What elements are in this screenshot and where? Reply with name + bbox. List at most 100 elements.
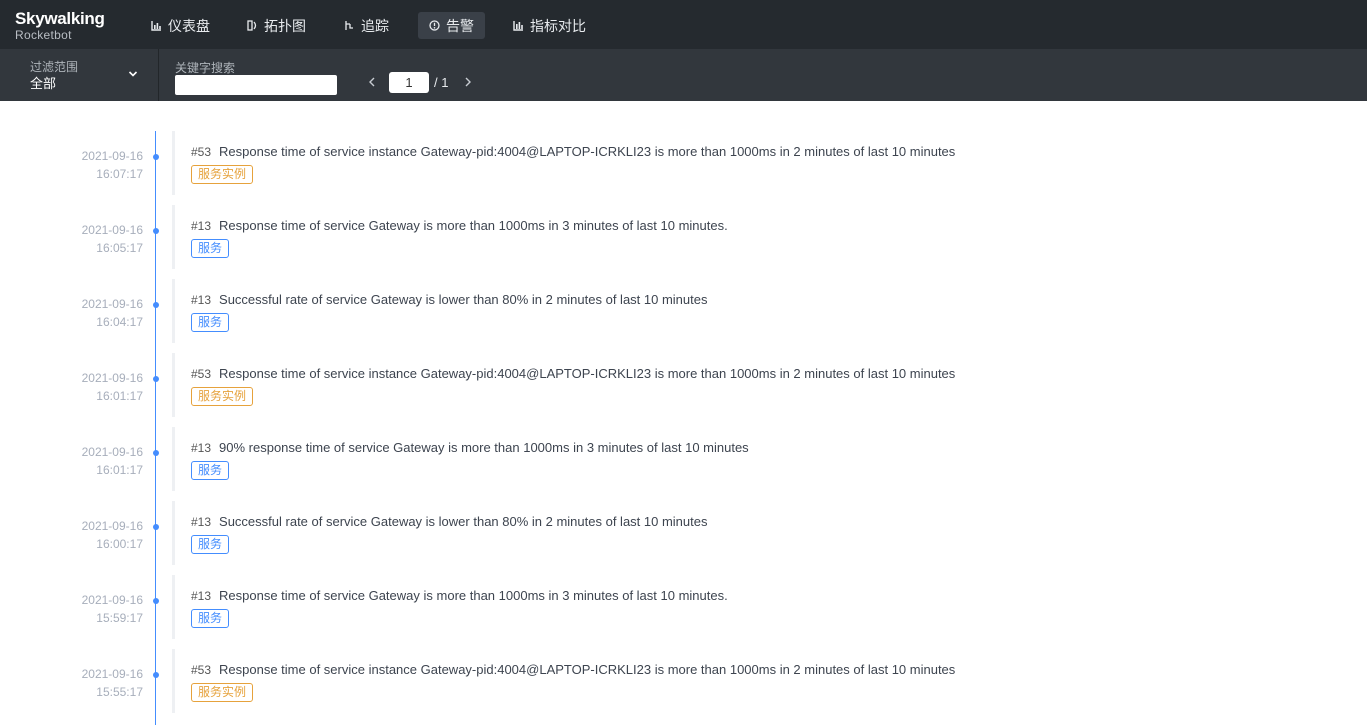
nav-label: 拓扑图 — [264, 17, 306, 34]
alarm-item[interactable]: 2021-09-16 16:07:17 #53 Response time of s… — [0, 131, 1367, 195]
alarm-time: 16:04:17 — [96, 315, 143, 329]
alarm-message-line: #13 Response time of service Gateway is m… — [191, 218, 728, 233]
nav-label: 追踪 — [361, 17, 389, 34]
alarm-message: Successful rate of service Gateway is lo… — [219, 514, 708, 529]
alarm-item[interactable]: 2021-09-16 16:05:17 #13 Response time of s… — [0, 205, 1367, 269]
keyword-search-input[interactable] — [175, 75, 337, 95]
alarm-id: #13 — [191, 589, 212, 603]
alarm-time: 16:05:17 — [96, 241, 143, 255]
alarm-time: 16:01:17 — [96, 463, 143, 477]
alarm-card[interactable]: #53 Response time of service instance Gat… — [172, 353, 1172, 417]
logo-title: Skywalking — [15, 9, 105, 28]
alarm-message: 90% response time of service Gateway is … — [219, 440, 749, 455]
alarm-timestamp: 2021-09-16 15:55:17 — [82, 665, 143, 701]
alarm-item[interactable]: 2021-09-16 16:01:17 #13 90% response time … — [0, 427, 1367, 491]
alarm-id: #13 — [191, 441, 212, 455]
trace-icon — [345, 21, 353, 30]
alarm-card[interactable]: #13 Response time of service Gateway is m… — [172, 575, 1172, 639]
alarm-date: 2021-09-16 — [81, 297, 143, 311]
timeline-dot — [153, 154, 159, 160]
alarm-timestamp: 2021-09-16 16:05:17 — [82, 221, 143, 257]
alarm-date: 2021-09-16 — [81, 371, 143, 385]
alarm-message: Successful rate of service Gateway is lo… — [219, 292, 708, 307]
timeline-dot — [153, 376, 159, 382]
alarm-scope-tag: 服务实例 — [191, 165, 254, 184]
alarm-message-line: #13 Successful rate of service Gateway is… — [191, 292, 707, 307]
alarm-message-line: #53 Response time of service instance Gat… — [191, 366, 955, 381]
alarm-date: 2021-09-16 — [81, 593, 143, 607]
filter-bar: 过滤范围 全部 关键字搜索 / 1 — [0, 49, 1367, 101]
alarm-date: 2021-09-16 — [81, 445, 143, 459]
app-logo[interactable]: Skywalking Rocketbot — [15, 9, 105, 43]
alarm-message-line: #13 Successful rate of service Gateway is… — [191, 514, 707, 529]
alarm-item[interactable]: 2021-09-16 16:00:17 #13 Successful rate of… — [0, 501, 1367, 565]
nav-label: 指标对比 — [530, 17, 586, 34]
scope-value: 全部 — [30, 76, 57, 91]
nav-item-comparison[interactable]: 指标对比 — [502, 12, 597, 39]
alarm-message: Response time of service instance Gatewa… — [219, 144, 956, 159]
alarm-id: #53 — [191, 663, 212, 677]
timeline-dot — [153, 672, 159, 678]
alarm-scope-tag: 服务 — [191, 239, 230, 258]
alarm-id: #13 — [191, 515, 212, 529]
scope-dropdown[interactable]: 过滤范围 全部 — [0, 49, 159, 101]
alarm-item[interactable]: 2021-09-16 16:04:17 #13 Successful rate of… — [0, 279, 1367, 343]
alarm-scope-tag: 服务 — [191, 535, 230, 554]
nav-label: 仪表盘 — [168, 17, 210, 34]
alarm-card[interactable]: #53 Response time of service instance Gat… — [172, 649, 1172, 713]
alarm-timestamp: 2021-09-16 16:00:17 — [82, 517, 143, 553]
alarm-card[interactable]: #53 Response time of service instance Gat… — [172, 131, 1172, 195]
alarm-date: 2021-09-16 — [81, 223, 143, 237]
alarm-scope-tag: 服务实例 — [191, 683, 254, 702]
alarm-card[interactable]: #13 Response time of service Gateway is m… — [172, 205, 1172, 269]
alarm-date: 2021-09-16 — [81, 667, 143, 681]
alarm-message: Response time of service instance Gatewa… — [219, 662, 956, 677]
alarm-date: 2021-09-16 — [81, 149, 143, 163]
alarm-scope-tag: 服务 — [191, 461, 230, 480]
alarm-time: 15:59:17 — [96, 611, 143, 625]
nav-item-dashboard[interactable]: 仪表盘 — [140, 12, 221, 39]
alarm-message-line: #53 Response time of service instance Gat… — [191, 662, 955, 677]
chevron-down-icon — [128, 71, 138, 77]
alarm-message-line: #13 Response time of service Gateway is m… — [191, 588, 728, 603]
alarm-time: 16:01:17 — [96, 389, 143, 403]
chevron-left-icon[interactable] — [366, 74, 378, 90]
alarm-time: 16:07:17 — [96, 167, 143, 181]
timeline-dot — [153, 228, 159, 234]
nav-label: 告警 — [446, 17, 474, 34]
alarm-item[interactable]: 2021-09-16 15:55:17 #53 Response time of s… — [0, 649, 1367, 713]
timeline-dot — [153, 598, 159, 604]
alarm-scope-tag: 服务 — [191, 609, 230, 628]
top-nav: Skywalking Rocketbot 仪表盘 拓扑图 追踪 告警 指标对比 — [0, 0, 1367, 49]
alarm-timestamp: 2021-09-16 15:59:17 — [82, 591, 143, 627]
alarm-time: 15:55:17 — [96, 685, 143, 699]
alarm-card[interactable]: #13 90% response time of service Gateway … — [172, 427, 1172, 491]
alarm-timestamp: 2021-09-16 16:04:17 — [82, 295, 143, 331]
alarm-message-line: #53 Response time of service instance Gat… — [191, 144, 955, 159]
alarm-message-line: #13 90% response time of service Gateway … — [191, 440, 749, 455]
alarm-timestamp: 2021-09-16 16:07:17 — [82, 147, 143, 183]
nav-item-alarm[interactable]: 告警 — [418, 12, 485, 39]
alarm-item[interactable]: 2021-09-16 15:59:17 #13 Response time of s… — [0, 575, 1367, 639]
alarm-timestamp: 2021-09-16 16:01:17 — [82, 369, 143, 405]
alarm-scope-tag: 服务 — [191, 313, 230, 332]
page-total: / 1 — [434, 75, 449, 90]
timeline-dot — [153, 524, 159, 530]
alarm-card[interactable]: #13 Successful rate of service Gateway is… — [172, 279, 1172, 343]
page-number-input[interactable] — [389, 72, 429, 93]
timeline-dot — [153, 450, 159, 456]
alarm-message: Response time of service Gateway is more… — [219, 218, 728, 233]
alarm-id: #53 — [191, 145, 212, 159]
alarm-item[interactable]: 2021-09-16 16:01:17 #53 Response time of s… — [0, 353, 1367, 417]
chevron-right-icon[interactable] — [462, 74, 474, 90]
alarm-time: 16:00:17 — [96, 537, 143, 551]
alarm-id: #13 — [191, 219, 212, 233]
alarm-card[interactable]: #13 Successful rate of service Gateway is… — [172, 501, 1172, 565]
alarm-message: Response time of service Gateway is more… — [219, 588, 728, 603]
comparison-icon — [513, 21, 523, 31]
nav-item-trace[interactable]: 追踪 — [333, 12, 400, 39]
alarm-date: 2021-09-16 — [81, 519, 143, 533]
dashboard-icon — [151, 21, 161, 31]
nav-item-topology[interactable]: 拓扑图 — [236, 12, 317, 39]
alarm-scope-tag: 服务实例 — [191, 387, 254, 406]
